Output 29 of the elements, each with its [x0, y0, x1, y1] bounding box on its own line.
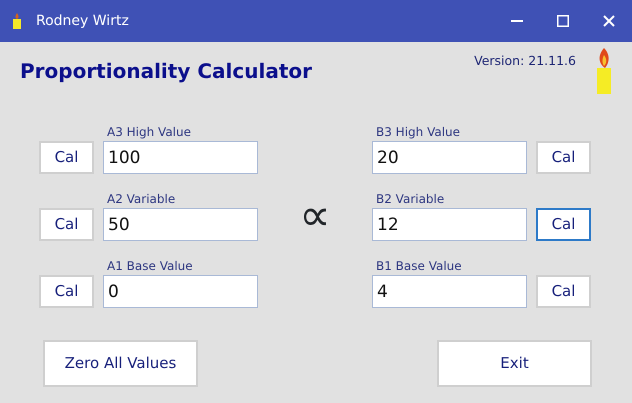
candle-icon — [12, 13, 22, 29]
input-field[interactable]: 50 — [103, 208, 258, 241]
field-label: A2 Variable — [106, 191, 176, 208]
cal-button[interactable]: Cal — [536, 275, 591, 308]
cal-button[interactable]: Cal — [536, 141, 591, 174]
app-title: Proportionality Calculator — [20, 58, 313, 85]
close-icon — [603, 15, 615, 27]
zero-all-values-button[interactable]: Zero All Values — [43, 340, 198, 387]
input-field[interactable]: 12 — [372, 208, 527, 241]
input-field[interactable]: 4 — [372, 275, 527, 308]
field-label: A3 High Value — [106, 124, 192, 141]
candle-icon — [594, 48, 614, 94]
window-title: Rodney Wirtz — [36, 12, 130, 30]
cal-button[interactable]: Cal — [536, 208, 591, 241]
maximize-icon — [557, 15, 569, 27]
exit-button[interactable]: Exit — [437, 340, 592, 387]
input-field[interactable]: 0 — [103, 275, 258, 308]
cal-button[interactable]: Cal — [39, 275, 94, 308]
field-label: B3 High Value — [375, 124, 462, 141]
cal-button[interactable]: Cal — [39, 141, 94, 174]
input-field[interactable]: 100 — [103, 141, 258, 174]
field-label: B1 Base Value — [375, 258, 463, 275]
version-label: Version: 21.11.6 — [474, 52, 576, 70]
minimize-icon — [511, 20, 523, 22]
proportional-symbol: ∝ — [299, 190, 331, 241]
input-field[interactable]: 20 — [372, 141, 527, 174]
cal-button[interactable]: Cal — [39, 208, 94, 241]
field-label: B2 Variable — [375, 191, 446, 208]
field-label: A1 Base Value — [106, 258, 194, 275]
